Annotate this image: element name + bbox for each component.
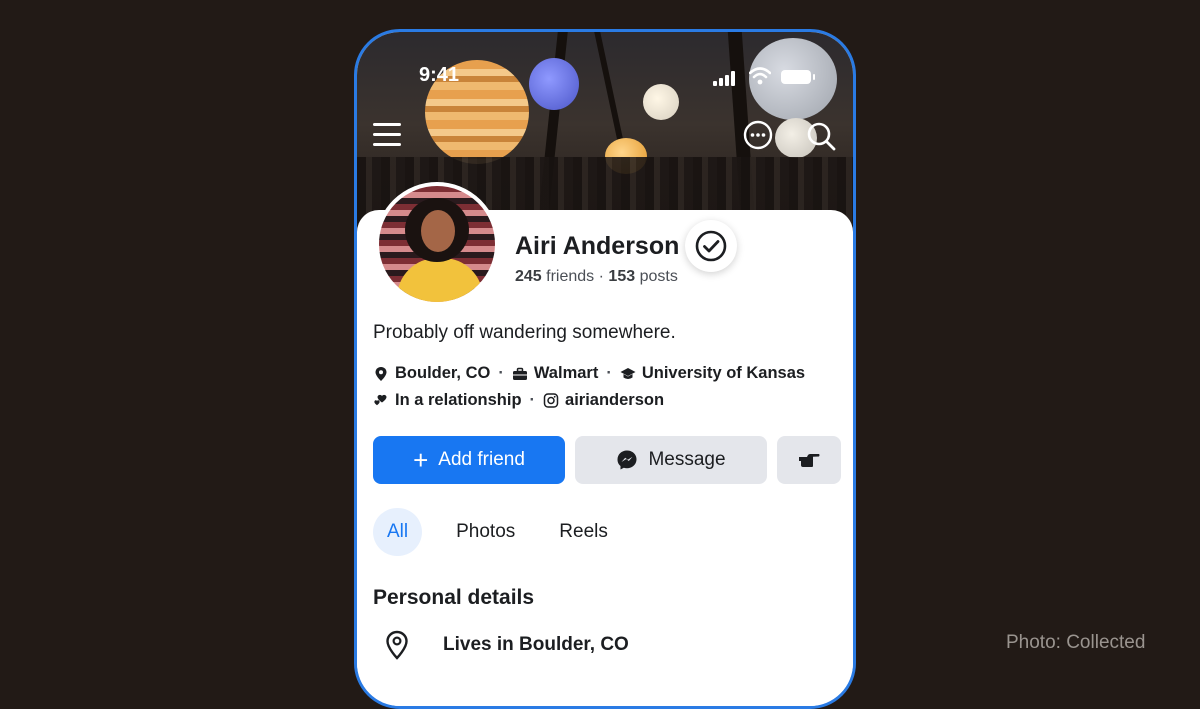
profile-card: Airi Anderson 245 friends · 153 posts Pr…: [357, 182, 853, 706]
location-text: Boulder, CO: [395, 364, 491, 382]
lives-in-text: Lives in Boulder, CO: [443, 634, 629, 655]
instagram-text[interactable]: airianderson: [565, 391, 664, 410]
details-separator: ·: [498, 364, 504, 382]
hearts-icon: [374, 394, 387, 405]
posts-count: 153: [608, 268, 636, 285]
poke-hand-icon: [799, 454, 820, 467]
status-bar: 9:41: [357, 64, 853, 94]
more-icon[interactable]: [743, 120, 773, 150]
detail-work: Walmart: [512, 364, 599, 383]
graduation-cap-icon: [620, 367, 636, 379]
tab-all[interactable]: All: [373, 508, 423, 556]
avatar[interactable]: [375, 182, 499, 306]
detail-location: Boulder, CO: [373, 364, 490, 383]
detail-relationship: In a relationship: [373, 391, 522, 410]
posts-label: posts: [639, 268, 678, 285]
profile-tabs: All Photos Reels: [373, 508, 630, 556]
message-label: Message: [648, 449, 726, 470]
details-separator: ·: [606, 364, 612, 382]
messenger-icon: [617, 450, 637, 470]
detail-education: University of Kansas: [620, 364, 805, 383]
relationship-text: In a relationship: [395, 391, 522, 409]
detail-instagram[interactable]: airianderson: [543, 391, 664, 410]
phone-frame: 9:41 Airi Anderson 245 friends · 153 pos…: [354, 29, 856, 709]
profile-bio: Probably off wandering somewhere.: [373, 322, 676, 343]
verified-check-icon: [685, 220, 737, 272]
hamburger-icon[interactable]: [373, 121, 403, 149]
friends-label[interactable]: friends: [546, 268, 594, 285]
stats-separator: ·: [598, 268, 604, 285]
briefcase-icon: [512, 367, 527, 380]
profile-details: Boulder, CO · Walmart · University of Ka…: [373, 360, 805, 414]
search-icon[interactable]: [805, 120, 837, 152]
avatar-face: [421, 210, 455, 252]
top-actions: [357, 118, 853, 154]
add-friend-button[interactable]: + Add friend: [373, 436, 565, 484]
details-row: Boulder, CO · Walmart · University of Ka…: [373, 360, 805, 387]
profile-stats: 245 friends · 153 posts: [515, 268, 678, 286]
plus-icon: +: [413, 445, 429, 475]
details-separator: ·: [529, 391, 536, 409]
tab-reels[interactable]: Reels: [537, 508, 630, 556]
wifi-icon: [749, 67, 771, 85]
details-row: In a relationship · airianderson: [373, 387, 805, 414]
name-row: Airi Anderson: [515, 220, 737, 272]
action-buttons: + Add friend Message: [373, 436, 841, 484]
profile-name: Airi Anderson: [515, 232, 680, 260]
photo-credit: Photo: Collected: [1006, 632, 1146, 653]
status-time: 9:41: [419, 64, 460, 86]
education-text: University of Kansas: [641, 364, 806, 382]
location-pin-icon: [386, 630, 408, 660]
tab-photos[interactable]: Photos: [434, 508, 537, 556]
poke-button[interactable]: [777, 436, 841, 484]
battery-icon: [781, 70, 815, 84]
location-pin-icon: [375, 366, 387, 381]
signal-icon: [713, 70, 741, 86]
personal-details-title: Personal details: [373, 586, 535, 609]
lives-in-row[interactable]: Lives in Boulder, CO: [385, 630, 629, 660]
add-friend-label: Add friend: [438, 449, 525, 470]
friends-count[interactable]: 245: [515, 268, 542, 285]
instagram-icon: [543, 393, 559, 408]
message-button[interactable]: Message: [575, 436, 767, 484]
avatar-body: [397, 258, 483, 302]
work-text: Walmart: [533, 364, 599, 382]
